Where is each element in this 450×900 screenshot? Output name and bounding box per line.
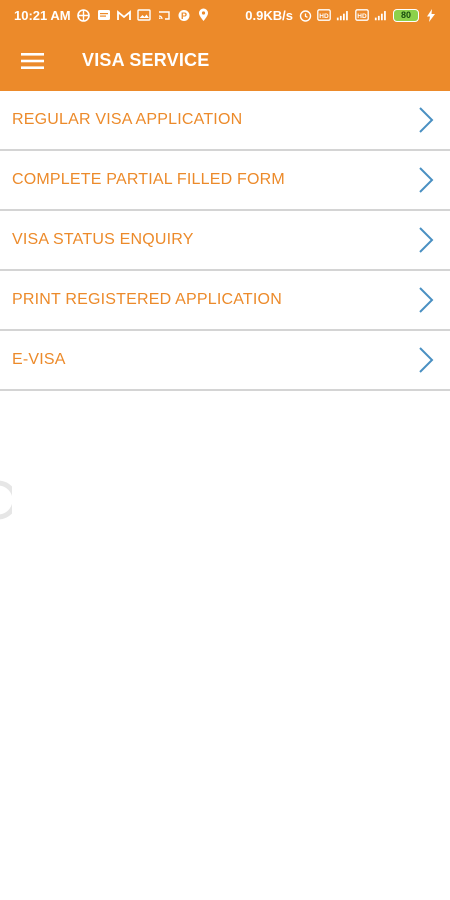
page-title: VISA SERVICE — [82, 50, 210, 70]
list-item-print-registered-application[interactable]: PRINT REGISTERED APPLICATION — [0, 271, 450, 331]
list-item-e-visa[interactable]: E-VISA — [0, 331, 450, 391]
status-time: 10:21 AM — [14, 7, 71, 23]
signal-icon — [336, 8, 350, 22]
svg-text:HD: HD — [357, 13, 367, 20]
loading-spinner-icon — [0, 480, 18, 520]
svg-text:HD: HD — [319, 13, 329, 20]
hd-icon-2: HD — [355, 8, 369, 22]
battery-icon: 80 — [393, 8, 419, 22]
gmail-icon — [116, 8, 131, 22]
signal-icon-2 — [374, 8, 388, 22]
parking-icon: P — [177, 8, 191, 22]
chevron-right-icon — [418, 226, 434, 254]
message-icon — [97, 8, 111, 22]
visa-service-list: REGULAR VISA APPLICATION COMPLETE PARTIA… — [0, 91, 450, 391]
list-item-visa-status-enquiry[interactable]: VISA STATUS ENQUIRY — [0, 211, 450, 271]
item-label: PRINT REGISTERED APPLICATION — [12, 291, 282, 308]
network-speed: 0.9KB/s — [245, 7, 293, 23]
chevron-right-icon — [418, 346, 434, 374]
alarm-icon — [298, 8, 312, 22]
item-label: VISA STATUS ENQUIRY — [12, 231, 194, 248]
hamburger-menu-icon — [21, 52, 44, 69]
item-label: E-VISA — [12, 351, 66, 368]
status-bar: 10:21 AM P 0.9KB/s HD HD 80 — [0, 0, 450, 30]
charging-icon — [424, 8, 438, 22]
chevron-right-icon — [418, 286, 434, 314]
list-item-complete-partial-filled-form[interactable]: COMPLETE PARTIAL FILLED FORM — [0, 151, 450, 211]
location-icon — [197, 8, 211, 22]
chevron-right-icon — [418, 106, 434, 134]
chevron-right-icon — [418, 166, 434, 194]
list-item-regular-visa-application[interactable]: REGULAR VISA APPLICATION — [0, 91, 450, 151]
hamburger-menu-button[interactable] — [0, 30, 66, 91]
app-bar: VISA SERVICE — [0, 30, 450, 91]
item-label: REGULAR VISA APPLICATION — [12, 111, 243, 128]
item-label: COMPLETE PARTIAL FILLED FORM — [12, 171, 285, 188]
data-saver-icon — [77, 8, 91, 22]
svg-text:P: P — [181, 11, 187, 21]
hd-icon: HD — [317, 8, 331, 22]
gallery-icon — [136, 8, 151, 22]
cast-icon — [157, 8, 171, 22]
